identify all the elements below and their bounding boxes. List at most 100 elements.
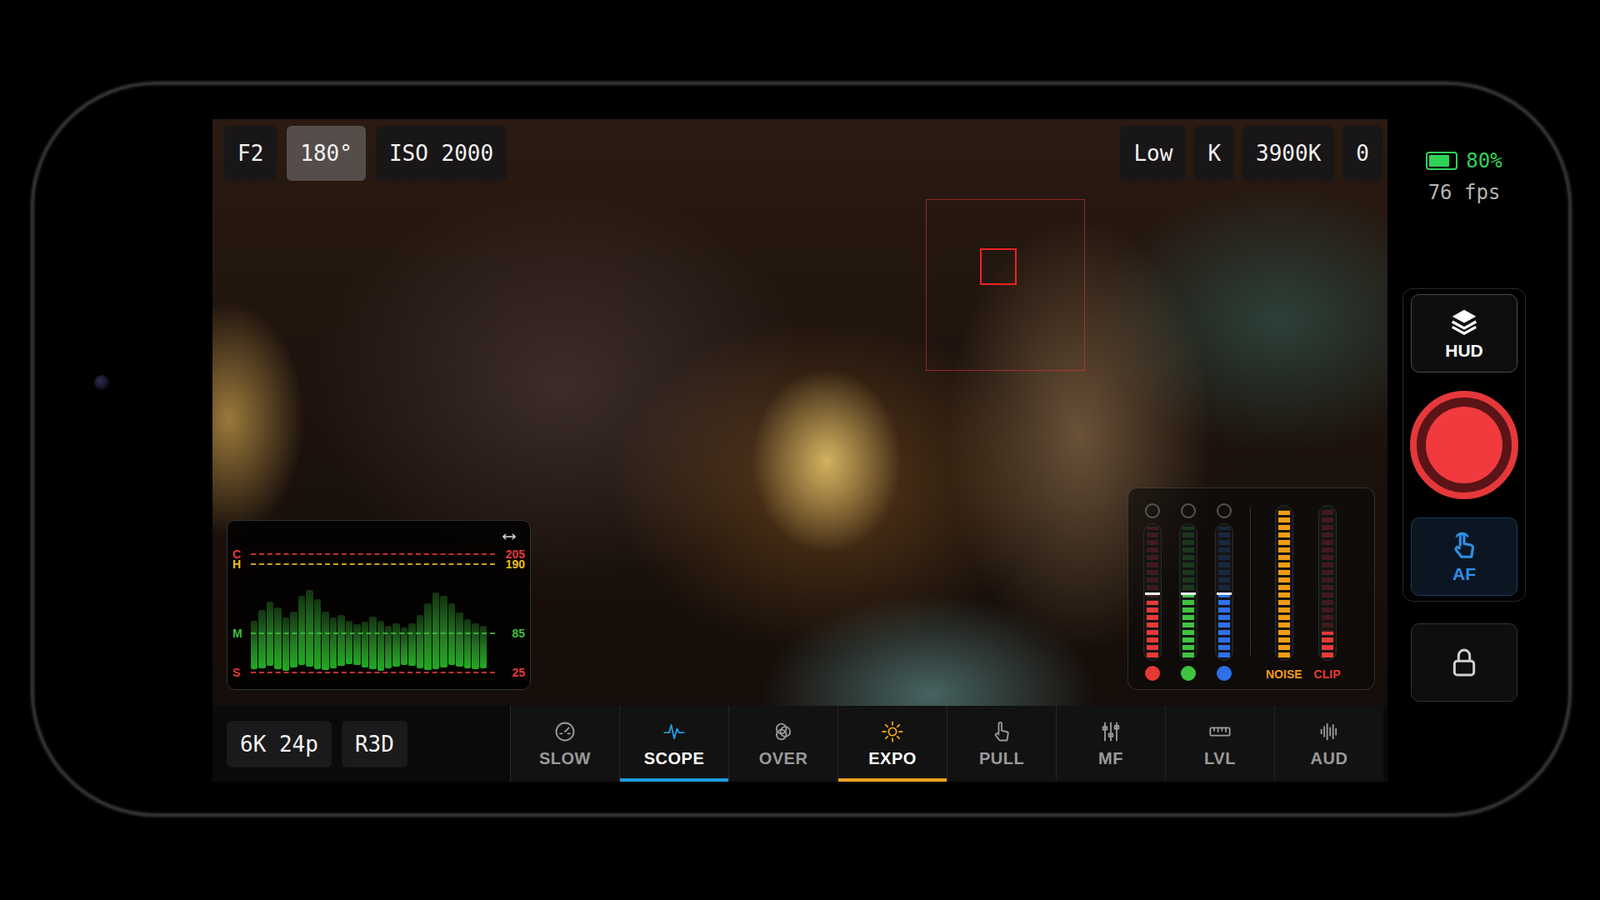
tool-tab[interactable]: EXPO <box>837 705 947 782</box>
format-chip[interactable]: R3D <box>341 720 408 768</box>
tab-label: EXPO <box>868 748 917 769</box>
gauge-track <box>1318 505 1337 661</box>
rgb-channel <box>1141 503 1164 681</box>
tab-icon <box>771 720 795 744</box>
guide-value: 25 <box>500 666 525 679</box>
tab-label: LVL <box>1204 748 1236 769</box>
channel-fill <box>1182 592 1195 658</box>
waveform-column <box>330 520 337 690</box>
tab-icon <box>553 720 577 744</box>
channel-marker <box>1180 592 1196 595</box>
channel-indicator <box>1216 503 1232 519</box>
tool-tab[interactable]: LVL <box>1165 705 1275 782</box>
tab-underline <box>620 778 729 782</box>
waveform-column <box>480 520 487 690</box>
tab-label: OVER <box>759 748 809 769</box>
control-group: HUD AF <box>1402 288 1526 602</box>
color-chip[interactable]: 3900K <box>1242 125 1335 181</box>
gauge-fill <box>1321 631 1334 658</box>
waveform-bar <box>369 616 376 670</box>
tab-label: MF <box>1098 748 1124 769</box>
guide-line <box>250 671 495 674</box>
guide-value: 85 <box>500 627 525 640</box>
channel-dot <box>1216 665 1232 681</box>
record-icon <box>1425 406 1503 484</box>
guide-line <box>250 563 495 565</box>
tab-icon <box>1208 720 1232 744</box>
exposure-chip[interactable]: 180° <box>286 125 366 181</box>
waveform-bar <box>298 595 305 666</box>
waveform-bar <box>455 612 463 667</box>
color-chip[interactable]: K <box>1194 125 1235 181</box>
waveform-column <box>337 520 345 690</box>
color-chip[interactable]: 0 <box>1342 125 1383 181</box>
meter-separator <box>1250 506 1251 656</box>
tab-underline <box>729 778 838 782</box>
bezel <box>34 85 213 814</box>
waveform-column <box>258 520 265 690</box>
rgb-channel <box>1213 503 1235 681</box>
waveform-bar <box>377 620 385 671</box>
waveform-column <box>361 520 369 690</box>
waveform-bar <box>258 610 265 669</box>
tool-tab[interactable]: SCOPE <box>619 705 729 782</box>
tab-icon <box>880 720 905 744</box>
guide-mark: S <box>232 666 246 679</box>
format-chip[interactable]: 6K 24p <box>226 720 332 768</box>
tab-underline <box>838 778 947 782</box>
gauge-meter: NOISE <box>1265 505 1303 681</box>
waveform-bar <box>353 624 360 665</box>
tab-label: SCOPE <box>644 748 705 769</box>
waveform-column <box>377 520 385 690</box>
tool-tab[interactable]: AUD <box>1274 705 1384 782</box>
waveform-bar <box>448 603 455 665</box>
battery-percent: 80% <box>1465 148 1502 174</box>
waveform-column <box>321 520 329 690</box>
waveform-bar <box>424 603 431 670</box>
waveform-scope[interactable]: C 205H 190M 85S 25 <box>226 520 531 690</box>
color-chip[interactable]: Low <box>1120 125 1186 181</box>
page: F2180°ISO 2000 LowK3900K0 C 205H 190M 85… <box>0 0 1600 900</box>
waveform-column <box>305 520 313 690</box>
color-chips: LowK3900K0 <box>1120 125 1383 181</box>
waveform-bar <box>345 620 353 665</box>
touch-icon <box>1448 529 1480 561</box>
waveform-column <box>250 520 258 690</box>
gauge-track <box>1275 505 1294 661</box>
viewfinder[interactable]: F2180°ISO 2000 LowK3900K0 C 205H 190M 85… <box>212 119 1388 706</box>
waveform-bar <box>361 621 369 668</box>
waveform-bar <box>432 592 440 670</box>
channel-fill <box>1218 595 1230 658</box>
resize-arrow-icon[interactable] <box>501 532 517 541</box>
waveform-column <box>298 520 305 690</box>
waveform-column <box>369 520 376 690</box>
waveform-column <box>266 520 274 690</box>
waveform-column <box>416 520 424 690</box>
lock-button[interactable] <box>1410 623 1518 702</box>
channel-marker <box>1145 592 1160 595</box>
exposure-chips: F2180°ISO 2000 <box>224 125 507 181</box>
waveform-bar <box>337 615 345 666</box>
waveform-bar <box>274 607 281 670</box>
channel-track <box>1143 523 1162 661</box>
record-button[interactable] <box>1410 390 1519 500</box>
waveform-column <box>455 520 463 690</box>
waveform-column <box>353 520 360 690</box>
guide-line <box>250 632 495 635</box>
waveform-bar <box>321 611 329 671</box>
guide-value: 190 <box>500 558 525 570</box>
side-button[interactable]: AF <box>1410 517 1518 596</box>
waveform-column <box>424 520 431 690</box>
exposure-meters: NOISE CLIP <box>1127 487 1375 690</box>
waveform-bar <box>282 617 290 670</box>
exposure-chip[interactable]: ISO 2000 <box>375 125 507 181</box>
tool-tab[interactable]: OVER <box>728 705 838 782</box>
tool-tab[interactable]: SLOW <box>510 705 620 782</box>
tool-tab[interactable]: PULL <box>946 705 1056 782</box>
tool-tab[interactable]: MF <box>1055 705 1165 782</box>
waveform-column <box>408 520 415 690</box>
tab-icon <box>662 720 686 744</box>
exposure-chip[interactable]: F2 <box>224 125 277 181</box>
tab-underline <box>1056 778 1165 782</box>
side-button[interactable]: HUD <box>1410 294 1518 373</box>
